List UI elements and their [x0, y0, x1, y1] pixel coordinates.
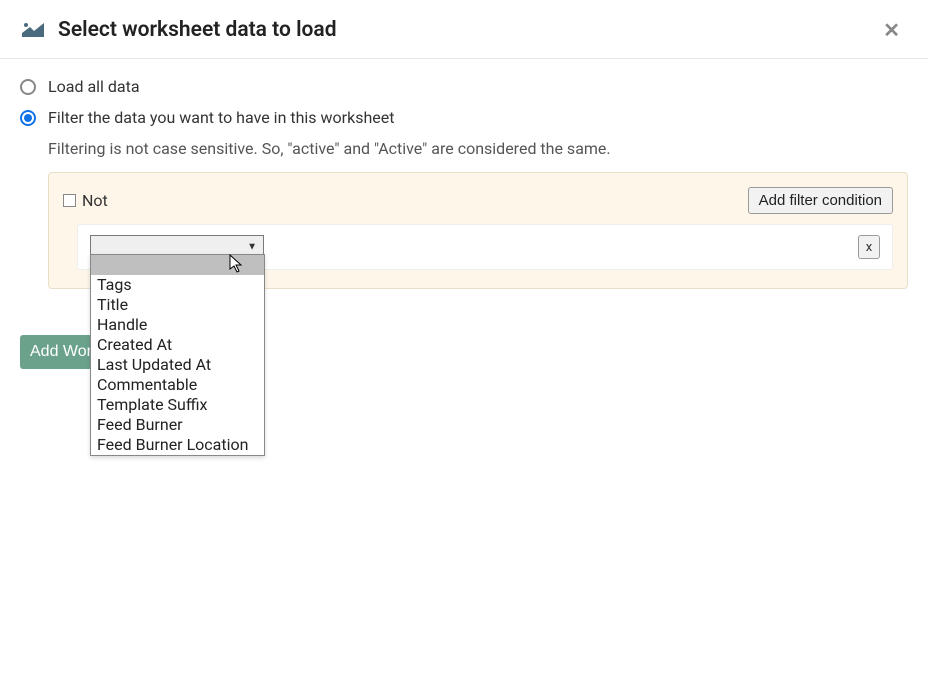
- dropdown-item[interactable]: Title: [91, 295, 264, 315]
- radio-load-all[interactable]: Load all data: [20, 77, 908, 96]
- not-checkbox[interactable]: [63, 194, 76, 207]
- close-button[interactable]: ✕: [875, 14, 908, 46]
- dialog-header: Select worksheet data to load ✕: [0, 0, 928, 59]
- add-worksheet-button[interactable]: Add Worksheet: [20, 335, 96, 369]
- radio-icon: [20, 110, 36, 126]
- add-filter-condition-button[interactable]: Add filter condition: [748, 187, 893, 214]
- dropdown-item[interactable]: Handle: [91, 315, 264, 335]
- filter-field-dropdown[interactable]: TagsTitleHandleCreated AtLast Updated At…: [90, 254, 265, 456]
- not-checkbox-wrap[interactable]: Not: [63, 191, 108, 210]
- not-label: Not: [82, 191, 108, 210]
- radio-filter-data[interactable]: Filter the data you want to have in this…: [20, 108, 908, 127]
- dropdown-item[interactable]: Feed Burner Location: [91, 435, 264, 455]
- dialog-title: Select worksheet data to load: [58, 18, 875, 42]
- close-icon: ✕: [883, 18, 900, 42]
- dropdown-item[interactable]: Feed Burner: [91, 415, 264, 435]
- radio-icon: [20, 79, 36, 95]
- worksheet-icon: [20, 21, 46, 39]
- radio-label: Load all data: [48, 77, 140, 96]
- dropdown-item[interactable]: Created At: [91, 335, 264, 355]
- dropdown-item[interactable]: [91, 255, 264, 275]
- remove-label: x: [866, 240, 872, 255]
- dropdown-item[interactable]: Tags: [91, 275, 264, 295]
- dropdown-item[interactable]: Template Suffix: [91, 395, 264, 415]
- remove-condition-button[interactable]: x: [858, 235, 880, 259]
- dropdown-item[interactable]: Last Updated At: [91, 355, 264, 375]
- filter-hint-text: Filtering is not case sensitive. So, "ac…: [48, 139, 908, 158]
- chevron-down-icon: ▼: [247, 242, 257, 253]
- radio-label: Filter the data you want to have in this…: [48, 108, 394, 127]
- dropdown-item[interactable]: Commentable: [91, 375, 264, 395]
